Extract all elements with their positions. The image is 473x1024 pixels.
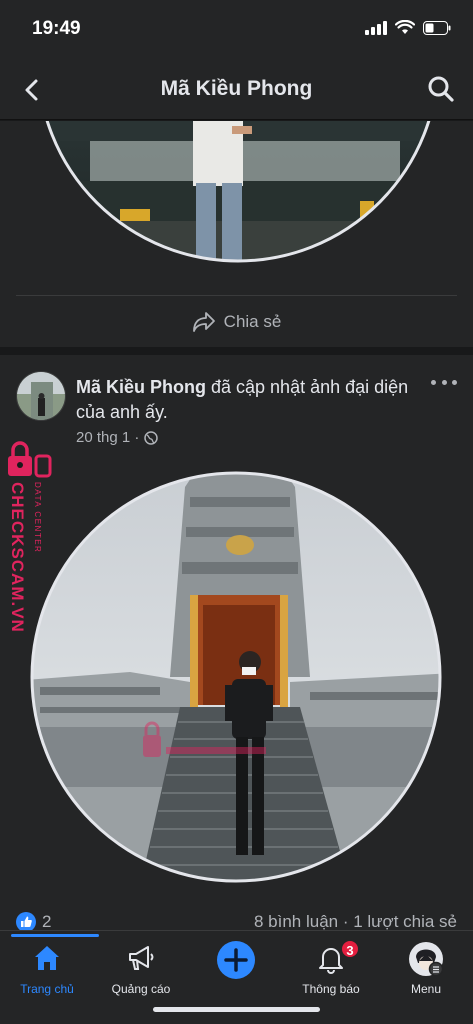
tab-home-label: Trang chủ bbox=[20, 982, 74, 996]
status-time: 19:49 bbox=[32, 18, 81, 39]
plus-icon bbox=[217, 941, 255, 979]
tab-ads[interactable]: Quảng cáo bbox=[101, 937, 181, 997]
tab-create[interactable] bbox=[196, 937, 276, 997]
post-author[interactable]: Mã Kiều Phong bbox=[76, 377, 206, 397]
post-meta: 20 thg 1 · bbox=[76, 429, 159, 446]
share-button[interactable]: Chia sẻ bbox=[0, 307, 473, 337]
battery-icon bbox=[423, 20, 451, 35]
profile-photo[interactable] bbox=[0, 467, 473, 887]
signal-icon bbox=[365, 20, 387, 35]
home-indicator bbox=[153, 1007, 320, 1012]
tab-active-indicator bbox=[11, 934, 99, 937]
card-divider bbox=[16, 295, 457, 296]
post-header: Mã Kiều Phong đã cập nhật ảnh đại diện c… bbox=[76, 375, 416, 425]
tab-menu[interactable]: Menu bbox=[386, 937, 466, 997]
comments-shares-count[interactable]: 8 bình luận · 1 lượt chia sẻ bbox=[254, 912, 457, 932]
like-count[interactable]: 2 bbox=[42, 912, 51, 932]
more-icon bbox=[431, 379, 436, 385]
checkscam-watermark: CHECKSCAM.VN DATA CENTER bbox=[4, 440, 54, 640]
tab-notifications-label: Thông báo bbox=[302, 982, 360, 996]
globe-icon bbox=[144, 430, 159, 445]
previous-post-card: Chia sẻ bbox=[0, 121, 473, 347]
tab-notifications[interactable]: 3 Thông báo bbox=[291, 937, 371, 997]
watermark-text: CHECKSCAM.VN bbox=[8, 482, 27, 633]
watermark-logo: CHECKSCAM.VN DATA CENTER bbox=[8, 441, 52, 633]
tab-home[interactable]: Trang chủ bbox=[7, 934, 99, 997]
wifi-icon bbox=[395, 20, 415, 34]
status-bar: 19:49 bbox=[0, 0, 473, 60]
notification-badge: 3 bbox=[340, 939, 360, 959]
previous-post-photo[interactable] bbox=[0, 121, 473, 281]
megaphone-icon bbox=[129, 946, 154, 970]
post-card: Mã Kiều Phong đã cập nhật ảnh đại diện c… bbox=[0, 355, 473, 935]
share-icon bbox=[192, 312, 215, 332]
home-icon bbox=[35, 946, 59, 970]
tab-ads-label: Quảng cáo bbox=[111, 982, 171, 996]
more-options-button[interactable] bbox=[431, 375, 457, 389]
tab-menu-label: Menu bbox=[410, 982, 442, 996]
search-button[interactable] bbox=[425, 73, 457, 105]
avatar-image bbox=[17, 372, 65, 420]
profile-icon bbox=[409, 942, 444, 977]
like-reaction-icon[interactable] bbox=[16, 912, 36, 932]
watermark-subtext: DATA CENTER bbox=[33, 482, 42, 553]
status-icons bbox=[365, 20, 451, 35]
search-icon bbox=[428, 76, 454, 102]
page-title: Mã Kiều Phong bbox=[160, 77, 313, 100]
share-label: Chia sẻ bbox=[223, 312, 282, 331]
post-date[interactable]: 20 thg 1 · bbox=[76, 429, 139, 446]
nav-bar: Mã Kiều Phong bbox=[0, 60, 473, 120]
avatar[interactable] bbox=[16, 371, 66, 421]
